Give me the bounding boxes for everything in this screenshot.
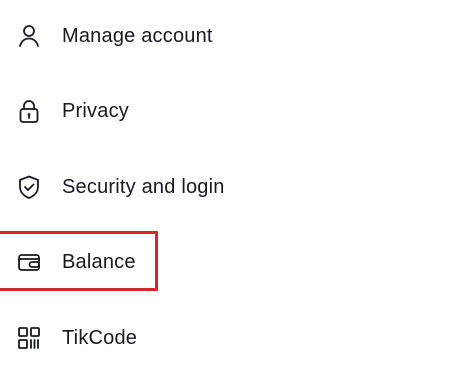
menu-item-label: TikCode: [62, 327, 138, 349]
wallet-icon: [15, 248, 43, 276]
menu-item-label: Manage account: [62, 25, 213, 47]
menu-item-security-and-login[interactable]: Security and login: [0, 157, 470, 217]
menu-item-label: Balance: [62, 251, 136, 273]
menu-item-label: Security and login: [62, 176, 225, 198]
shield-check-icon: [15, 173, 43, 201]
menu-item-privacy[interactable]: Privacy: [0, 81, 470, 141]
menu-item-balance[interactable]: Balance: [0, 232, 470, 292]
qr-code-icon: [15, 324, 43, 352]
menu-item-manage-account[interactable]: Manage account: [0, 6, 470, 66]
person-icon: [15, 22, 43, 50]
lock-icon: [15, 97, 43, 125]
menu-item-label: Privacy: [62, 100, 129, 122]
settings-menu: Manage account Privacy Security and logi…: [0, 0, 470, 352]
menu-item-tikcode[interactable]: TikCode: [0, 308, 470, 368]
